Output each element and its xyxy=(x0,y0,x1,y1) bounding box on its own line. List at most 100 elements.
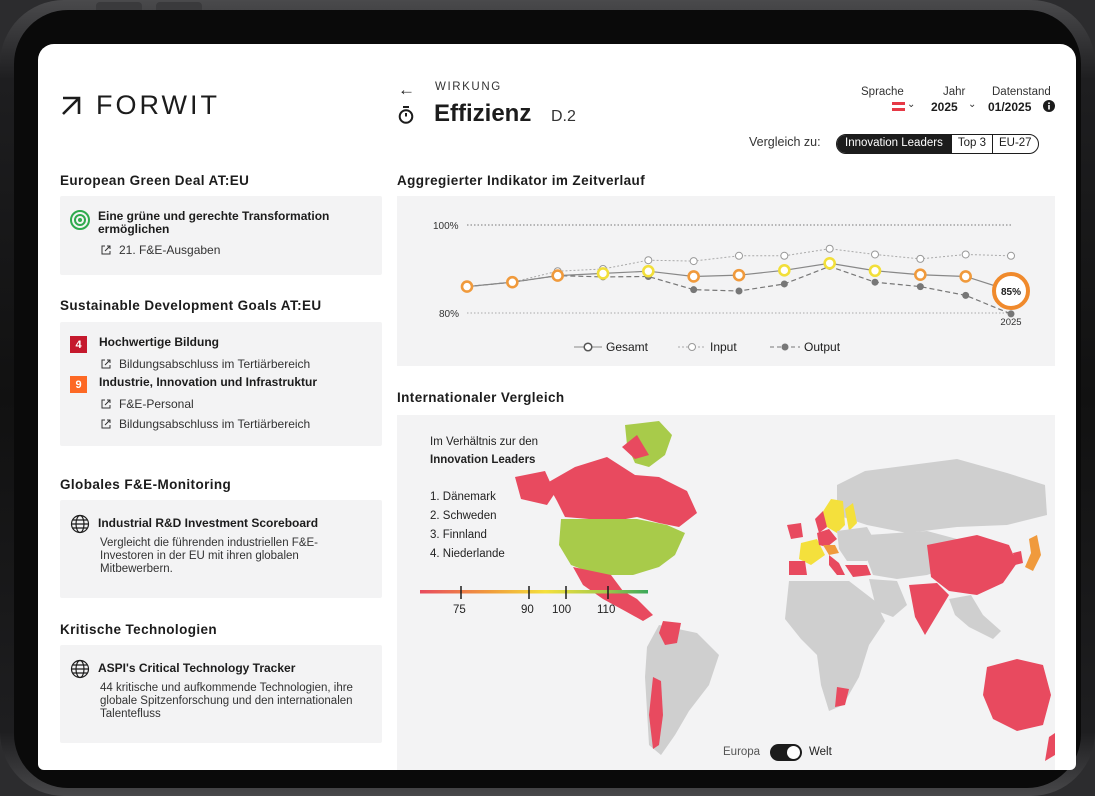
country-uk[interactable] xyxy=(787,523,803,539)
legend-label: Input xyxy=(710,340,737,354)
country-india[interactable] xyxy=(909,583,949,635)
country-italy[interactable] xyxy=(829,555,845,575)
language-dropdown-chevron-icon[interactable]: ⌄ xyxy=(907,99,915,110)
legend-input[interactable]: Input xyxy=(678,340,737,354)
legend-output[interactable]: Output xyxy=(770,340,840,354)
sdg-label: Industrie, Innovation und Infrastruktur xyxy=(99,375,318,389)
year-label-2025: 2025 xyxy=(1000,317,1021,328)
page-title: Effizienz xyxy=(434,100,532,127)
legend-label: Output xyxy=(804,340,841,354)
link-tertiary-education[interactable]: Bildungsabschluss im Tertiärbereich xyxy=(100,417,372,431)
compare-option-top3[interactable]: Top 3 xyxy=(950,135,992,153)
point-input xyxy=(825,244,834,253)
point-gesamt xyxy=(868,264,882,278)
data-status-value: 01/2025 xyxy=(988,100,1032,114)
legend-swatch-gesamt xyxy=(574,342,602,352)
monitoring-item: Industrial R&D Investment Scoreboard xyxy=(70,514,372,534)
point-input xyxy=(871,250,879,259)
section-title-monitoring: Globales F&E-Monitoring xyxy=(60,477,232,492)
stopwatch-icon xyxy=(398,106,414,124)
ranking-item: 1. Dänemark xyxy=(430,491,496,503)
country-russia[interactable] xyxy=(837,459,1047,533)
arrow-up-right-icon xyxy=(62,96,81,115)
language-label: Sprache xyxy=(861,86,904,98)
point-output xyxy=(690,286,698,294)
device-button xyxy=(96,2,142,10)
globe-icon xyxy=(70,514,90,534)
point-gesamt xyxy=(642,264,655,278)
tech-card[interactable]: ASPI's Critical Technology Tracker 44 kr… xyxy=(60,645,382,743)
country-africa[interactable] xyxy=(785,581,885,711)
toggle-label-europa[interactable]: Europa xyxy=(723,746,760,758)
world-map[interactable] xyxy=(397,415,1055,770)
tech-title: ASPI's Critical Technology Tracker xyxy=(98,661,296,675)
section-title-sdg: Sustainable Development Goals AT:EU xyxy=(60,298,322,313)
country-china[interactable] xyxy=(927,535,1017,595)
country-usa[interactable] xyxy=(559,519,685,575)
compare-option-eu27[interactable]: EU-27 xyxy=(991,135,1038,153)
point-input xyxy=(689,257,698,266)
point-output xyxy=(962,291,970,299)
highlight-value-label: 85% xyxy=(1001,287,1021,298)
link-rd-personnel[interactable]: F&E-Personal xyxy=(100,397,372,411)
link-label: Bildungsabschluss im Tertiärbereich xyxy=(119,417,311,431)
y-tick-label: 100% xyxy=(433,221,459,232)
year-dropdown-chevron-icon[interactable]: ⌄ xyxy=(968,99,976,110)
point-gesamt xyxy=(460,280,474,293)
point-gesamt xyxy=(778,264,791,277)
sdg-label: Hochwertige Bildung xyxy=(99,335,219,349)
y-tick-label: 80% xyxy=(439,309,459,320)
external-link-icon xyxy=(101,419,111,429)
goal-title: Eine grüne und gerechte Transformation e… xyxy=(98,209,330,236)
country-japan[interactable] xyxy=(1025,535,1041,571)
monitoring-title: Industrial R&D Investment Scoreboard xyxy=(98,516,319,530)
country-canada[interactable] xyxy=(547,457,697,527)
point-gesamt xyxy=(914,268,927,282)
country-austria[interactable] xyxy=(823,545,839,555)
country-usa-alaska[interactable] xyxy=(515,471,555,505)
link-label: Bildungsabschluss im Tertiärbereich xyxy=(119,357,311,371)
section-title-green-deal: European Green Deal AT:EU xyxy=(60,173,250,188)
point-gesamt xyxy=(551,269,564,282)
country-turkey[interactable] xyxy=(845,565,871,577)
point-input xyxy=(780,251,789,260)
year-value[interactable]: 2025 xyxy=(931,100,958,114)
compare-option-innovation-leaders[interactable]: Innovation Leaders xyxy=(837,135,951,153)
legend-gesamt[interactable]: Gesamt xyxy=(574,340,648,354)
brand-name: FORWIT xyxy=(96,90,220,120)
point-input xyxy=(916,254,925,263)
back-arrow-icon[interactable]: ← xyxy=(398,80,415,100)
ranking-item: 4. Niederlande xyxy=(430,548,505,560)
monitoring-card[interactable]: Industrial R&D Investment Scoreboard Ver… xyxy=(60,500,382,598)
tech-text: 44 kritische und aufkommende Technologie… xyxy=(100,682,353,720)
sdg-goal-4: 4 Hochwertige Bildung xyxy=(70,336,372,353)
country-spain[interactable] xyxy=(789,561,807,575)
target-icon xyxy=(70,210,90,230)
scale-tick-label: 90 xyxy=(521,604,534,616)
link-rd-spending[interactable]: 21. F&E-Ausgaben xyxy=(100,243,372,257)
country-southeast-asia[interactable] xyxy=(949,595,1001,639)
info-icon[interactable] xyxy=(1043,100,1055,112)
map-title: Internationaler Vergleich xyxy=(397,390,565,405)
point-gesamt xyxy=(506,275,519,289)
sdg-badge-4: 4 xyxy=(70,336,87,353)
sdg-badge-9: 9 xyxy=(70,376,87,393)
country-new-zealand[interactable] xyxy=(1045,733,1055,761)
sidebar: FORWIT European Green Deal AT:EU Eine gr… xyxy=(60,44,382,770)
country-australia[interactable] xyxy=(983,659,1051,731)
country-south-africa[interactable] xyxy=(835,687,849,707)
point-input xyxy=(735,251,743,260)
point-output xyxy=(916,283,924,291)
green-deal-card: Eine grüne und gerechte Transformation e… xyxy=(60,196,382,275)
brand-logo[interactable]: FORWIT xyxy=(60,90,220,121)
region-toggle[interactable] xyxy=(770,744,802,761)
year-label: Jahr xyxy=(943,86,966,98)
globe-icon xyxy=(70,659,90,679)
point-gesamt xyxy=(959,270,972,283)
green-deal-goal: Eine grüne und gerechte Transformation e… xyxy=(70,210,372,236)
austria-flag-icon[interactable] xyxy=(892,102,905,111)
ranking-item: 3. Finnland xyxy=(430,529,487,541)
toggle-label-welt[interactable]: Welt xyxy=(809,746,832,758)
point-output xyxy=(735,287,743,295)
link-tertiary-education[interactable]: Bildungsabschluss im Tertiärbereich xyxy=(100,357,372,371)
